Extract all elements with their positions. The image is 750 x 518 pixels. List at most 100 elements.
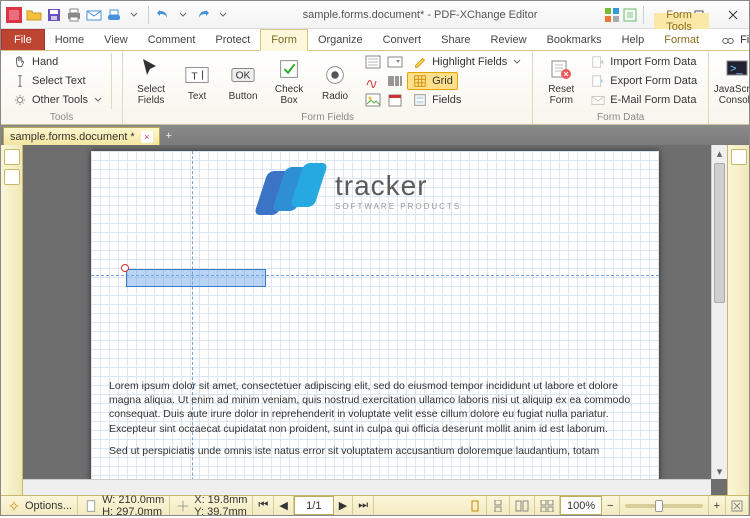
select-fields-button[interactable]: SelectFields	[129, 53, 173, 109]
scan-icon[interactable]	[105, 6, 123, 24]
nav-prev[interactable]: ◀	[274, 496, 293, 515]
close-tab-icon[interactable]: ×	[141, 131, 153, 143]
ribbon: Hand Select Text Other Tools Tools Selec…	[1, 51, 749, 125]
import-form-data-button[interactable]: Import Form Data	[585, 53, 702, 71]
open-icon[interactable]	[25, 6, 43, 24]
document-canvas[interactable]: trackerSOFTWARE PRODUCTS Lorem ipsum dol…	[23, 145, 727, 495]
tab-review[interactable]: Review	[480, 29, 536, 50]
signature-icon	[365, 73, 381, 89]
grid-icon	[412, 73, 428, 89]
redo-icon[interactable]	[194, 6, 212, 24]
vertical-scrollbar[interactable]: ▴ ▾	[711, 145, 727, 479]
fields-pane-button[interactable]: Fields	[407, 91, 466, 109]
layout-continuous[interactable]	[487, 496, 510, 515]
work-area: trackerSOFTWARE PRODUCTS Lorem ipsum dol…	[1, 145, 749, 495]
zoom-slider[interactable]	[620, 496, 709, 515]
document-tab[interactable]: sample.forms.document * ×	[3, 127, 160, 145]
pane-button[interactable]	[4, 169, 20, 185]
ok-button-icon: OK	[229, 61, 257, 89]
group-tools: Hand Select Text Other Tools Tools	[1, 51, 123, 124]
select-text-tool[interactable]: Select Text	[7, 72, 107, 90]
crosshair-icon	[175, 498, 191, 514]
logo: trackerSOFTWARE PRODUCTS	[261, 163, 461, 217]
barcode-button[interactable]	[385, 72, 405, 90]
svg-text:OK: OK	[236, 70, 251, 81]
highlight-fields-button[interactable]: Highlight Fields	[407, 53, 526, 71]
listbox-icon	[365, 54, 381, 70]
gear-icon	[12, 92, 28, 108]
text-form-field[interactable]	[126, 269, 266, 287]
options-button[interactable]: Options...	[1, 496, 78, 515]
tab-organize[interactable]: Organize	[308, 29, 373, 50]
dropdown-icon	[387, 54, 403, 70]
nav-next[interactable]: ▶	[334, 496, 353, 515]
layout-facing-cont[interactable]	[535, 496, 560, 515]
tab-form[interactable]: Form	[260, 29, 308, 51]
js-console-button[interactable]: >_JavaScriptConsole	[715, 53, 750, 109]
reset-form-button[interactable]: ResetForm	[539, 53, 583, 109]
pane-button[interactable]	[4, 149, 20, 165]
hand-icon	[12, 54, 28, 70]
pane-button[interactable]	[731, 149, 747, 165]
nav-first[interactable]: ⏮	[253, 496, 274, 515]
export-form-data-button[interactable]: Export Form Data	[585, 72, 702, 90]
text-field-button[interactable]: TText	[175, 53, 219, 109]
tab-comment[interactable]: Comment	[138, 29, 206, 50]
layout-single[interactable]	[464, 496, 487, 515]
signature-button[interactable]	[363, 72, 383, 90]
text-cursor-icon	[12, 73, 28, 89]
close-button[interactable]	[717, 2, 749, 28]
find-button[interactable]: Find...	[715, 31, 750, 49]
tab-view[interactable]: View	[94, 29, 138, 50]
tab-protect[interactable]: Protect	[205, 29, 260, 50]
scroll-thumb[interactable]	[714, 163, 725, 303]
right-pane-strip	[727, 145, 749, 495]
email-form-data-button[interactable]: E-Mail Form Data	[585, 91, 702, 109]
gear-icon	[6, 498, 22, 514]
tab-help[interactable]: Help	[612, 29, 655, 50]
layout-facing[interactable]	[510, 496, 535, 515]
grid-toggle-button[interactable]: Grid	[407, 72, 458, 90]
group-form-data: ResetForm Import Form Data Export Form D…	[533, 51, 709, 124]
email-icon[interactable]	[85, 6, 103, 24]
tab-file[interactable]: File	[1, 29, 45, 50]
redo-dropdown-icon[interactable]	[214, 6, 232, 24]
launch-icon[interactable]	[622, 7, 638, 23]
undo-icon[interactable]	[154, 6, 172, 24]
image-field-button[interactable]	[363, 91, 383, 109]
app-icon[interactable]	[5, 6, 23, 24]
group-form-fields: SelectFields TText OKButton CheckBox Rad…	[123, 51, 533, 124]
button-field-button[interactable]: OKButton	[221, 53, 265, 109]
scroll-up-icon[interactable]: ▴	[712, 145, 727, 161]
cursor-position: X: 19.8mmY: 39.7mm	[170, 496, 253, 515]
radio-field-button[interactable]: Radio	[313, 53, 357, 109]
tab-bookmarks[interactable]: Bookmarks	[537, 29, 612, 50]
tab-home[interactable]: Home	[45, 29, 94, 50]
import-icon	[590, 54, 606, 70]
dropdown-button[interactable]	[385, 53, 405, 71]
date-field-button[interactable]	[385, 91, 405, 109]
undo-dropdown-icon[interactable]	[174, 6, 192, 24]
listbox-button[interactable]	[363, 53, 383, 71]
checkbox-field-button[interactable]: CheckBox	[267, 53, 311, 109]
qat-dropdown-icon[interactable]	[125, 6, 143, 24]
zoom-fit-button[interactable]	[726, 496, 749, 515]
other-tools[interactable]: Other Tools	[7, 91, 107, 109]
console-icon: >_	[723, 56, 750, 82]
zoom-in-button[interactable]: +	[709, 496, 726, 515]
save-icon[interactable]	[45, 6, 63, 24]
new-tab-button[interactable]: +	[160, 127, 178, 145]
scroll-down-icon[interactable]: ▾	[712, 463, 727, 479]
reset-icon	[547, 56, 575, 82]
svg-text:>_: >_	[730, 63, 743, 75]
zoom-value[interactable]: 100%	[560, 496, 602, 515]
svg-text:T: T	[191, 71, 197, 82]
zoom-out-button[interactable]: −	[602, 496, 619, 515]
nav-last[interactable]: ⏭	[353, 496, 374, 515]
tab-share[interactable]: Share	[431, 29, 480, 50]
tab-convert[interactable]: Convert	[373, 29, 432, 50]
ui-options-icon[interactable]	[604, 7, 620, 23]
hand-tool[interactable]: Hand	[7, 53, 107, 71]
print-icon[interactable]	[65, 6, 83, 24]
page-number[interactable]: 1/1	[294, 496, 334, 515]
